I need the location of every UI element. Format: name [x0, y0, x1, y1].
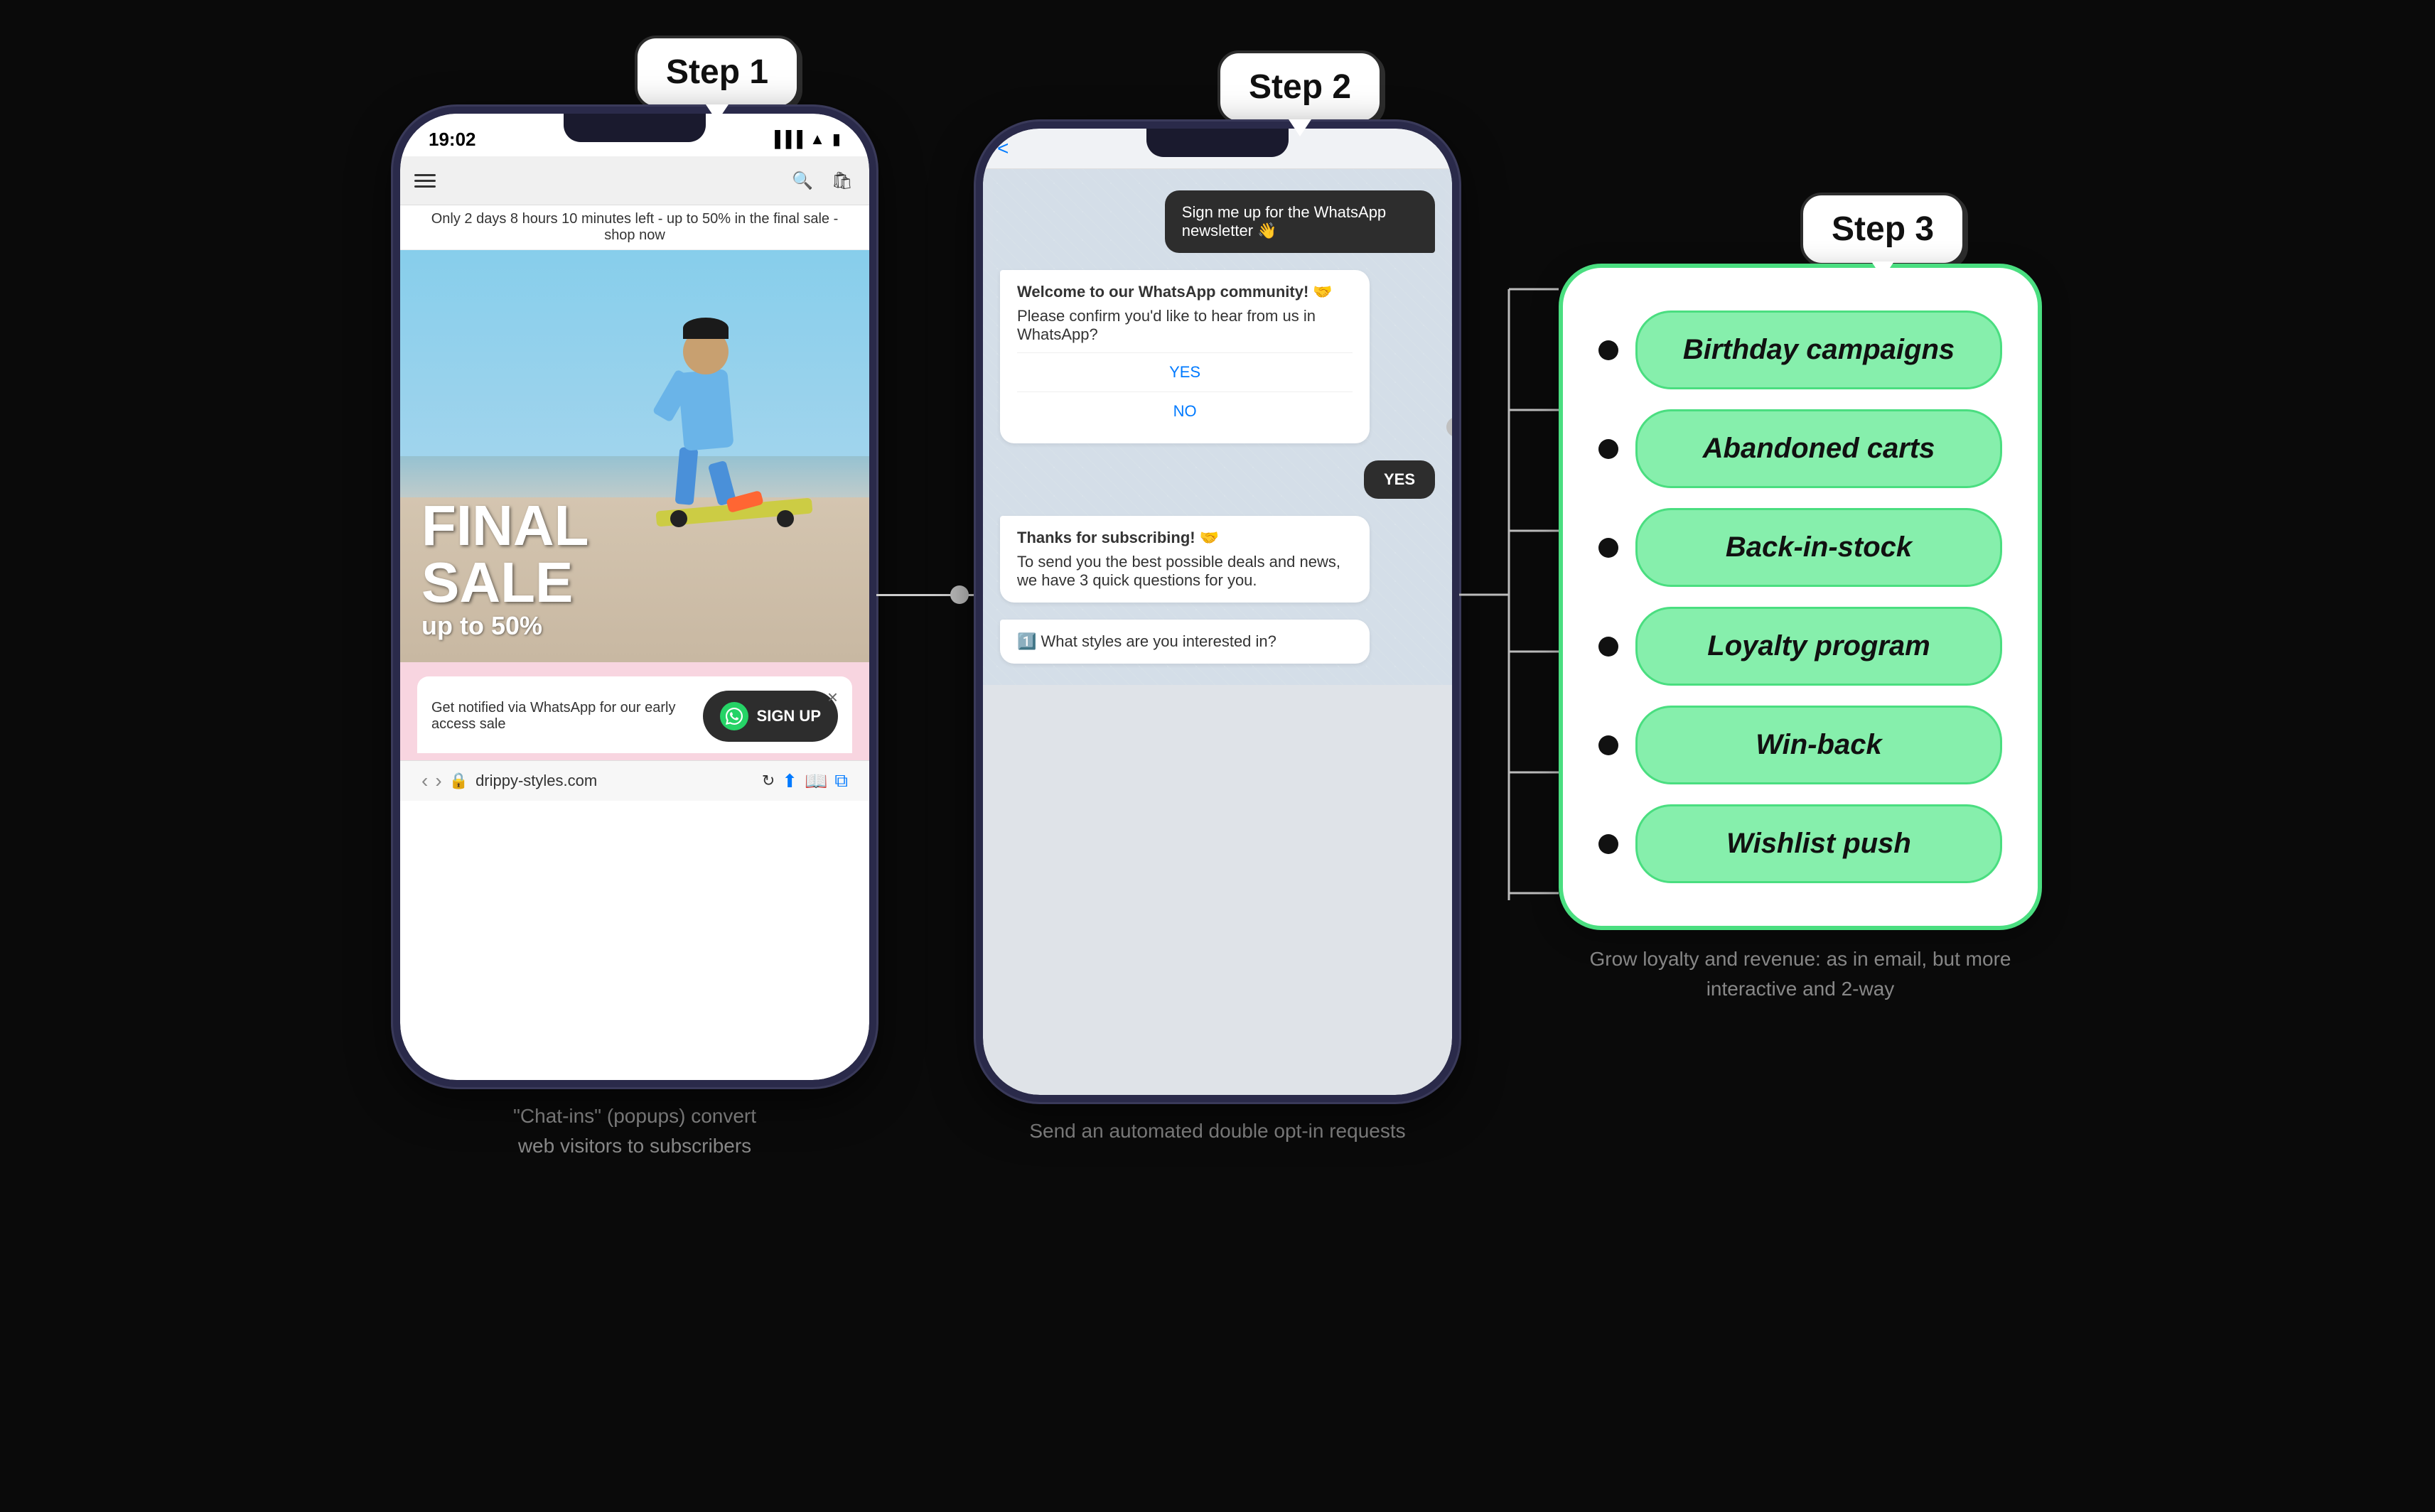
yes-reply: YES — [1364, 460, 1435, 499]
sale-banner: Only 2 days 8 hours 10 minutes left - up… — [400, 205, 869, 250]
phone2-column: Step 2 < Sign me up for th — [976, 43, 1459, 1146]
url-bar[interactable]: 🔒 drippy-styles.com ↻ — [449, 772, 775, 790]
campaign-pill-3: Loyalty program — [1635, 607, 2002, 686]
bookmarks-icon[interactable]: 📖 — [805, 770, 827, 792]
msg-in-title: Welcome to our WhatsApp community! 🤝 — [1017, 283, 1353, 301]
campaign-pill-1: Abandoned carts — [1635, 409, 2002, 488]
campaign-pill-2: Back-in-stock — [1635, 508, 2002, 587]
phone2-notch — [1146, 129, 1289, 157]
question-text: 1️⃣ What styles are you interested in? — [1017, 632, 1276, 650]
campaign-item-3: Loyalty program — [1598, 607, 2002, 686]
battery-icon: ▮ — [832, 130, 841, 148]
popup-card: × Get notified via WhatsApp for our earl… — [417, 676, 852, 753]
thanks-title: Thanks for subscribing! 🤝 — [1017, 529, 1353, 547]
step1-bubble: Step 1 — [635, 36, 800, 109]
msg-in-1: Welcome to our WhatsApp community! 🤝 Ple… — [1000, 270, 1370, 443]
sale-line1: FINAL — [421, 497, 848, 554]
refresh-icon[interactable]: ↻ — [762, 772, 775, 790]
browser-topbar: 🔍 🛍 — [400, 156, 869, 205]
campaign-item-5: Wishlist push — [1598, 804, 2002, 883]
caption2: Send an automated double opt-in requests — [1029, 1116, 1405, 1146]
sale-text: FINAL SALE up to 50% — [400, 476, 869, 662]
campaign-item-2: Back-in-stock — [1598, 508, 2002, 587]
browser-icons: 🔍 🛍 — [790, 168, 855, 193]
step1-label: Step 1 — [666, 53, 768, 91]
url-text: drippy-styles.com — [475, 772, 597, 790]
cart-icon[interactable]: 🛍 — [829, 168, 855, 193]
step2-bubble: Step 2 — [1218, 50, 1382, 124]
yes-no-options: YES NO — [1017, 352, 1353, 431]
campaign-dot-2 — [1598, 538, 1618, 558]
whatsapp-signup-button[interactable]: SIGN UP — [703, 691, 838, 742]
popup-close-icon[interactable]: × — [827, 686, 838, 708]
nav-back-icon[interactable]: ‹ — [421, 770, 428, 792]
campaign-pill-0: Birthday campaigns — [1635, 310, 2002, 389]
popup-text: Get notified via WhatsApp for our early … — [431, 700, 689, 733]
caption1: "Chat-ins" (popups) convert web visitors… — [513, 1101, 756, 1161]
msg-out-1: Sign me up for the WhatsApp newsletter 👋 — [1165, 190, 1435, 253]
back-arrow-icon[interactable]: < — [997, 137, 1009, 160]
campaign-dot-5 — [1598, 834, 1618, 854]
thanks-body: To send you the best possible deals and … — [1017, 553, 1353, 590]
msg-in-body: Please confirm you'd like to hear from u… — [1017, 307, 1353, 344]
campaign-dot-1 — [1598, 439, 1618, 459]
nav-forward-icon[interactable]: › — [435, 770, 441, 792]
main-layout: Step 1 19:02 ▐▐▐ ▲ ▮ — [0, 28, 2435, 1161]
hamburger-icon[interactable] — [414, 174, 436, 188]
campaign-dot-3 — [1598, 637, 1618, 657]
caption3: Grow loyalty and revenue: as in email, b… — [1573, 944, 2028, 1004]
search-icon[interactable]: 🔍 — [790, 168, 815, 193]
msg-out-text: Sign me up for the WhatsApp newsletter 👋 — [1182, 203, 1386, 239]
connector2 — [1459, 104, 1559, 1085]
phone1-frame: 19:02 ▐▐▐ ▲ ▮ 🔍 🛍 — [393, 107, 876, 1087]
phone2-frame: < Sign me up for the WhatsApp newsletter… — [976, 122, 1459, 1102]
campaign-dot-4 — [1598, 735, 1618, 755]
sale-percent: up to 50% — [421, 611, 848, 641]
whatsapp-chat: Sign me up for the WhatsApp newsletter 👋… — [983, 169, 1452, 685]
campaign-dot-0 — [1598, 340, 1618, 360]
msg-question: 1️⃣ What styles are you interested in? — [1000, 620, 1370, 664]
share-icon[interactable]: ⬆ — [782, 770, 797, 792]
campaigns-list: Birthday campaigns Abandoned carts Back-in… — [1598, 310, 2002, 883]
popup-content: Get notified via WhatsApp for our early … — [431, 691, 838, 742]
phone1-notch — [564, 114, 706, 142]
wifi-icon: ▲ — [810, 130, 825, 148]
status-icons: ▐▐▐ ▲ ▮ — [769, 130, 841, 148]
msg-in-2: Thanks for subscribing! 🤝 To send you th… — [1000, 516, 1370, 603]
connector1 — [876, 104, 976, 1085]
lock-icon: 🔒 — [449, 772, 468, 790]
campaign-pill-5: Wishlist push — [1635, 804, 2002, 883]
step2-label: Step 2 — [1249, 68, 1351, 106]
sale-line2: SALE — [421, 554, 848, 611]
browser-urlbar: ‹ › 🔒 drippy-styles.com ↻ ⬆ 📖 ⧉ — [400, 760, 869, 801]
campaign-item-1: Abandoned carts — [1598, 409, 2002, 488]
step3-column: Step 3 Birthday campaigns Abandoned carts… — [1559, 185, 2042, 1004]
campaign-item-0: Birthday campaigns — [1598, 310, 2002, 389]
yes-option[interactable]: YES — [1017, 353, 1353, 392]
tabs-icon[interactable]: ⧉ — [834, 770, 848, 792]
step3-bubble: Step 3 — [1800, 193, 1965, 266]
sale-image: FINAL SALE up to 50% — [400, 250, 869, 662]
signal-icon: ▐▐▐ — [769, 130, 802, 148]
no-option[interactable]: NO — [1017, 392, 1353, 431]
step3-label: Step 3 — [1832, 210, 1934, 248]
phone1-column: Step 1 19:02 ▐▐▐ ▲ ▮ — [393, 28, 876, 1161]
whatsapp-icon — [720, 702, 748, 730]
status-time: 19:02 — [429, 129, 476, 151]
connector2-svg — [1459, 104, 1559, 1085]
step3-card: Birthday campaigns Abandoned carts Back-in… — [1559, 264, 2042, 930]
campaign-item-4: Win-back — [1598, 706, 2002, 784]
campaign-pill-4: Win-back — [1635, 706, 2002, 784]
signup-label: SIGN UP — [757, 707, 821, 725]
